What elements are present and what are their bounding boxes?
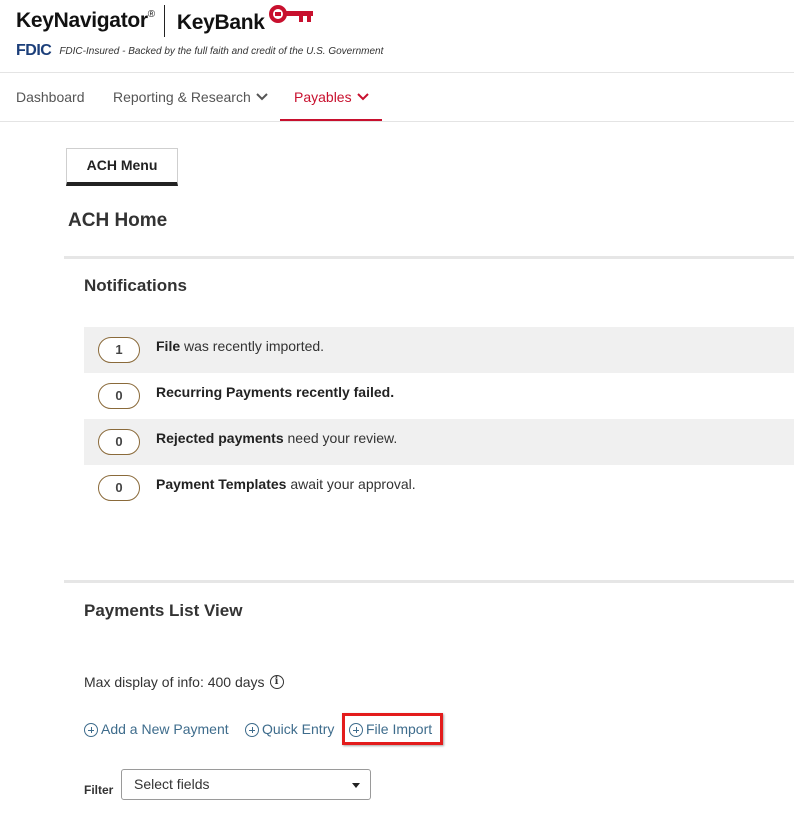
add-new-payment-link[interactable]: Add a New Payment — [84, 721, 229, 737]
fdic-text: FDIC-Insured - Backed by the full faith … — [59, 45, 384, 57]
plus-circle-icon — [245, 723, 259, 737]
nav-item-dashboard[interactable]: Dashboard — [16, 73, 85, 121]
notification-row[interactable]: 0 Payment Templates await your approval. — [84, 465, 794, 511]
brand-divider — [163, 5, 165, 37]
filter-select-value: Select fields — [134, 776, 210, 792]
notifications-title: Notifications — [84, 276, 187, 295]
notification-row[interactable]: 1 File was recently imported. — [84, 327, 794, 373]
notification-row[interactable]: 0 Recurring Payments recently failed. — [84, 373, 794, 419]
fdic-banner: FDIC FDIC-Insured - Backed by the full f… — [16, 42, 383, 60]
max-display-text: Max display of info: 400 days — [84, 674, 265, 690]
filter-label: Filter — [84, 783, 114, 797]
nav-item-payables[interactable]: Payables — [280, 73, 382, 121]
section-divider — [64, 580, 794, 583]
add-new-payment-label: Add a New Payment — [101, 721, 229, 737]
info-icon[interactable]: i — [269, 675, 284, 689]
notification-text: Payment Templates await your approval. — [156, 476, 416, 492]
nav-item-reporting-research[interactable]: Reporting & Research — [113, 73, 268, 121]
count-badge[interactable]: 0 — [98, 429, 140, 455]
chevron-down-icon — [256, 72, 268, 120]
fdic-logo: FDIC — [16, 42, 52, 59]
chevron-down-icon — [356, 72, 369, 120]
quick-entry-link[interactable]: Quick Entry — [245, 721, 334, 737]
filter-select[interactable]: Select fields — [121, 769, 371, 800]
key-logo-icon — [268, 3, 315, 31]
payments-list-title: Payments List View — [84, 601, 243, 620]
tab-ach-menu[interactable]: ACH Menu — [66, 148, 178, 186]
keynavigator-logo: KeyNavigator® — [16, 9, 155, 32]
count-badge[interactable]: 0 — [98, 383, 140, 409]
keybank-logo: KeyBank — [177, 5, 315, 35]
count-badge[interactable]: 1 — [98, 337, 140, 363]
main-nav: Dashboard Reporting & Research Payables — [0, 72, 794, 122]
notification-text: Rejected payments need your review. — [156, 430, 398, 446]
notification-text: File was recently imported. — [156, 338, 325, 354]
file-import-highlight — [342, 713, 443, 745]
notification-text: Recurring Payments recently failed. — [156, 384, 395, 400]
plus-circle-icon — [84, 723, 98, 737]
brand-header: KeyNavigator® KeyBank — [16, 4, 315, 38]
count-badge[interactable]: 0 — [98, 475, 140, 501]
quick-entry-label: Quick Entry — [262, 721, 335, 737]
section-divider — [64, 256, 794, 259]
notification-row[interactable]: 0 Rejected payments need your review. — [84, 419, 794, 465]
page-title: ACH Home — [68, 210, 168, 231]
caret-down-icon — [352, 783, 360, 788]
max-display-info: Max display of info: 400 days i — [84, 674, 284, 690]
